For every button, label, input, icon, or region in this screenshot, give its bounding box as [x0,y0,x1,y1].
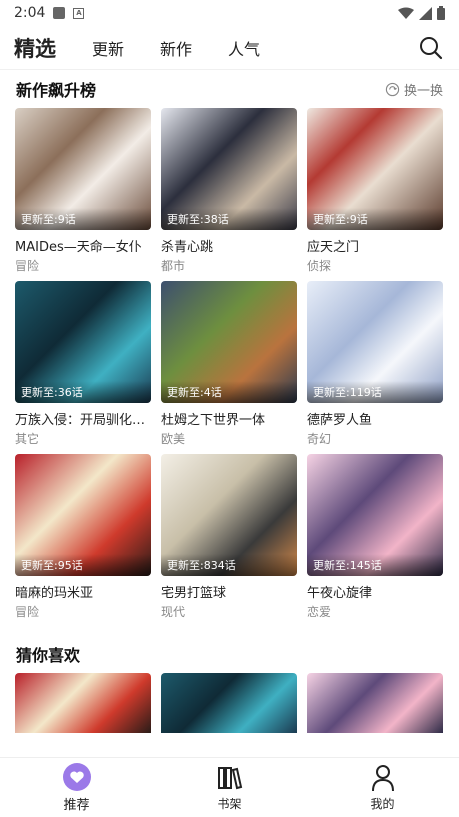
tab-popular[interactable]: 人气 [228,36,260,60]
section-title-new: 新作飙升榜 [16,81,97,100]
wifi-icon [398,7,414,19]
section-title-guess: 猜你喜欢 [16,646,81,665]
nav-recommend[interactable]: 推荐 [0,758,153,817]
comic-genre: 奇幻 [307,432,332,446]
comic-genre: 侦探 [307,259,332,273]
comic-card[interactable]: 更新至:834话 宅男打篮球 现代 [161,454,297,621]
section-header-new: 新作飙升榜 换一换 [0,70,459,108]
update-badge: 更新至:9话 [307,208,443,230]
recommend-cover[interactable] [15,673,151,733]
comic-cover: 更新至:119话 [307,281,443,403]
update-badge: 更新至:119话 [307,381,443,403]
status-time: 2:04 [14,5,46,21]
comic-title: MAIDes—天命—女仆 [15,240,142,254]
comic-genre: 欧美 [161,432,186,446]
top-nav: 精选 更新 新作 人气 [0,26,459,70]
recommend-cover[interactable] [161,673,297,733]
comic-genre: 冒险 [15,605,40,619]
comic-card[interactable]: 更新至:38话 杀青心跳 都市 [161,108,297,275]
comic-cover: 更新至:4话 [161,281,297,403]
comic-card[interactable]: 更新至:145话 午夜心旋律 恋爱 [307,454,443,621]
signal-icon [419,6,432,20]
update-badge: 更新至:36话 [15,381,151,403]
update-badge: 更新至:95话 [15,554,151,576]
comic-cover: 更新至:95话 [15,454,151,576]
comic-cover: 更新至:145话 [307,454,443,576]
comic-genre: 冒险 [15,259,40,273]
tab-featured[interactable]: 精选 [14,33,56,63]
section-header-guess: 猜你喜欢 [0,635,459,673]
nav-label: 我的 [370,797,395,811]
tab-new[interactable]: 新作 [160,36,192,60]
nav-mine[interactable]: 我的 [306,758,459,817]
comic-title: 应天之门 [307,240,360,254]
status-bar: 2:04 A [0,0,459,26]
update-badge: 更新至:9话 [15,208,151,230]
update-badge: 更新至:38话 [161,208,297,230]
comic-cover: 更新至:36话 [15,281,151,403]
search-button[interactable] [417,34,445,62]
comic-cover: 更新至:9话 [15,108,151,230]
notification-icon [53,7,66,19]
nav-label: 书架 [217,797,242,811]
update-badge: 更新至:145话 [307,554,443,576]
recommend-row [0,673,459,733]
comic-genre: 现代 [161,605,186,619]
comic-title: 午夜心旋律 [307,586,373,600]
comic-cover: 更新至:9话 [307,108,443,230]
comic-title: 万族入侵：开局驯化… [15,413,146,427]
tab-updates[interactable]: 更新 [92,36,124,60]
comic-grid: 更新至:9话 MAIDes—天命—女仆 冒险 更新至:38话 杀青心跳 都市 更… [0,108,459,621]
comic-genre: 其它 [15,432,40,446]
comic-genre: 都市 [161,259,186,273]
update-badge: 更新至:4话 [161,381,297,403]
comic-title: 宅男打篮球 [161,586,227,600]
bookshelf-icon [217,763,243,793]
comic-title: 德萨罗人鱼 [307,413,373,427]
comic-card[interactable]: 更新至:9话 MAIDes—天命—女仆 冒险 [15,108,151,275]
comic-cover: 更新至:38话 [161,108,297,230]
refresh-label: 换一换 [403,83,443,99]
update-badge: 更新至:834话 [161,554,297,576]
battery-icon [437,6,445,20]
comic-card[interactable]: 更新至:95话 暗麻的玛米亚 冒险 [15,454,151,621]
nav-bookshelf[interactable]: 书架 [153,758,306,817]
comic-card[interactable]: 更新至:9话 应天之门 侦探 [307,108,443,275]
bottom-nav: 推荐 书架 我的 [0,757,459,817]
nav-label: 推荐 [63,798,90,813]
heart-icon [62,762,92,792]
user-icon [371,763,395,793]
comic-card[interactable]: 更新至:4话 杜姆之下世界一体 欧美 [161,281,297,448]
comic-genre: 恋爱 [307,605,332,619]
a-notification-icon: A [73,7,85,19]
comic-title: 暗麻的玛米亚 [15,586,94,600]
refresh-button[interactable]: 换一换 [385,80,443,99]
recommend-cover[interactable] [307,673,443,733]
search-icon [420,36,443,59]
comic-cover: 更新至:834话 [161,454,297,576]
comic-title: 杜姆之下世界一体 [161,413,266,427]
comic-title: 杀青心跳 [161,240,214,254]
comic-card[interactable]: 更新至:36话 万族入侵：开局驯化… 其它 [15,281,151,448]
refresh-icon [385,82,400,96]
comic-card[interactable]: 更新至:119话 德萨罗人鱼 奇幻 [307,281,443,448]
